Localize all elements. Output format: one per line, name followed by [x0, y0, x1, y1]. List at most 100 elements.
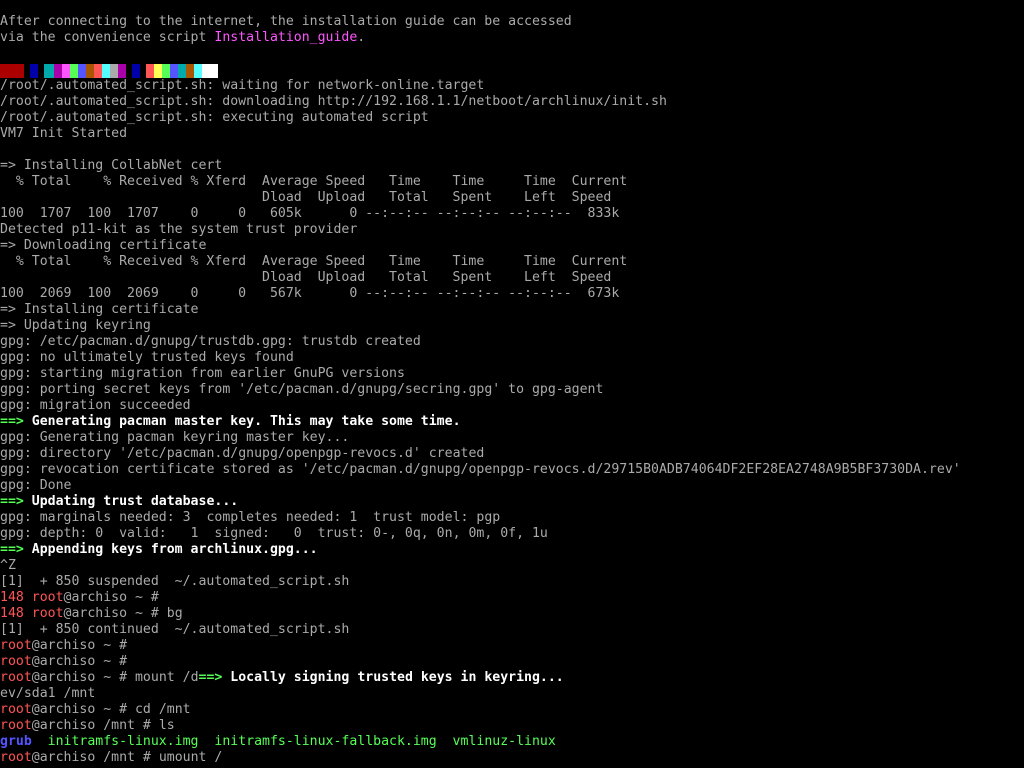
gpg-prefix: gpg	[0, 382, 24, 397]
arrow-icon: ==>	[198, 670, 223, 685]
output-text: : Generating pacman keyring master key..…	[23, 430, 350, 445]
terminal-line: via the convenience script Installation_…	[0, 30, 365, 46]
gpg-prefix: gpg	[0, 334, 24, 349]
terminal-line: ==> Updating trust database...	[0, 494, 238, 510]
exit-code: 148	[0, 606, 32, 621]
terminal-line: gpg: /etc/pacman.d/gnupg/trustdb.gpg: tr…	[0, 334, 421, 350]
gpg-prefix: gpg	[0, 526, 24, 541]
gpg-prefix: gpg	[0, 462, 24, 477]
ls-output: grub initramfs-linux.img initramfs-linux…	[0, 734, 556, 750]
gpg-prefix: gpg	[0, 510, 24, 525]
prompt-line: 148 root@archiso ~ #	[0, 590, 159, 606]
file-entries: initramfs-linux.img initramfs-linux-fall…	[31, 734, 556, 749]
output-text: : revocation certificate stored as '/etc…	[23, 462, 961, 477]
gpg-prefix: gpg	[0, 478, 24, 493]
curl-progress: 100 2069 100 2069 0 0 567k 0 --:--:-- --…	[0, 286, 620, 301]
output-text: : no ultimately trusted keys found	[23, 350, 294, 365]
installation-guide-link[interactable]: Installation_guide	[214, 30, 357, 45]
output-text: /root/.automated_script.sh: downloading …	[0, 94, 667, 109]
output-text: : migration succeeded	[23, 398, 191, 413]
prompt-host: @archiso	[31, 654, 96, 669]
terminal-line: /root/.automated_script.sh: downloading …	[0, 94, 667, 110]
terminal-line: /root/.automated_script.sh: waiting for …	[0, 78, 484, 94]
curl-header: % Total % Received % Xferd Average Speed…	[0, 254, 628, 269]
terminal-line: gpg: migration succeeded	[0, 398, 191, 414]
gpg-prefix: gpg	[0, 350, 24, 365]
curl-progress: 100 1707 100 1707 0 0 605k 0 --:--:-- --…	[0, 206, 620, 221]
prompt-host: @archiso	[31, 718, 96, 733]
output-text: ev/sda1 /mnt	[0, 686, 96, 701]
prompt-user: root	[0, 654, 32, 669]
terminal-line: gpg: marginals needed: 3 completes neede…	[0, 510, 500, 526]
output-text: Detected p11-kit as the system trust pro…	[0, 222, 358, 237]
prompt-host: @archiso	[63, 606, 128, 621]
prompt-line: root@archiso ~ # cd /mnt	[0, 702, 191, 718]
prompt-host: @archiso	[31, 638, 96, 653]
terminal-line: After connecting to the internet, the in…	[0, 14, 572, 30]
output-text: Locally signing trusted keys in keyring.…	[222, 670, 564, 685]
terminal-line: => Installing certificate	[0, 302, 199, 318]
prompt-command: ~ # mount /d	[95, 670, 199, 685]
terminal-line: => Downloading certificate	[0, 238, 206, 254]
terminal-line: gpg: Generating pacman keyring master ke…	[0, 430, 349, 446]
output-text: : depth: 0 valid: 1 signed: 0 trust: 0-,…	[23, 526, 548, 541]
terminal-line: Dload Upload Total Spent Left Speed	[0, 270, 611, 286]
terminal-line: VM7 Init Started	[0, 126, 127, 142]
terminal-line: gpg: depth: 0 valid: 1 signed: 0 trust: …	[0, 526, 548, 542]
terminal-line: Dload Upload Total Spent Left Speed	[0, 190, 611, 206]
output-text: VM7 Init Started	[0, 126, 128, 141]
curl-header: Dload Upload Total Spent Left Speed	[0, 270, 612, 285]
prompt-line: root@archiso ~ # mount /d==> Locally sig…	[0, 670, 564, 686]
terminal-line: 100 1707 100 1707 0 0 605k 0 --:--:-- --…	[0, 206, 619, 222]
terminal-window[interactable]: After connecting to the internet, the in…	[0, 0, 1024, 768]
terminal-line: gpg: starting migration from earlier Gnu…	[0, 366, 405, 382]
output-text: After connecting to the internet, the in…	[0, 14, 572, 29]
prompt-user: root	[0, 702, 32, 717]
output-text: Appending keys from archlinux.gpg...	[23, 542, 318, 557]
output-text: /root/.automated_script.sh: waiting for …	[0, 78, 485, 93]
output-text: : porting secret keys from '/etc/pacman.…	[23, 382, 604, 397]
prompt-command: ~ # cd /mnt	[95, 702, 191, 717]
output-text: /root/.automated_script.sh: executing au…	[0, 110, 429, 125]
output-text: => Installing CollabNet cert	[0, 158, 223, 173]
gpg-prefix: gpg	[0, 366, 24, 381]
prompt-user: root	[0, 638, 32, 653]
output-text: ^Z	[0, 558, 16, 573]
prompt-host: @archiso	[31, 702, 96, 717]
job-status: [1] + 850 suspended ~/.automated_script.…	[0, 574, 350, 589]
output-text: .	[357, 30, 366, 45]
prompt-user: root	[31, 590, 64, 605]
terminal-line: [1] + 850 suspended ~/.automated_script.…	[0, 574, 349, 590]
exit-code: 148	[0, 590, 32, 605]
terminal-line: gpg: porting secret keys from '/etc/pacm…	[0, 382, 603, 398]
arrow-icon: ==>	[0, 414, 24, 429]
output-text: Updating trust database...	[23, 494, 239, 509]
directory-entry: grub	[0, 734, 32, 749]
terminal-line: => Installing CollabNet cert	[0, 158, 222, 174]
output-text: : marginals needed: 3 completes needed: …	[23, 510, 501, 525]
prompt-command: ~ #	[95, 654, 128, 669]
prompt-line[interactable]: root@archiso /mnt # umount /	[0, 750, 222, 766]
terminal-line: ==> Appending keys from archlinux.gpg...	[0, 542, 318, 558]
prompt-user: root	[0, 718, 32, 733]
gpg-prefix: gpg	[0, 430, 24, 445]
terminal-line: gpg: revocation certificate stored as '/…	[0, 462, 961, 478]
terminal-line: ^Z	[0, 558, 16, 574]
prompt-command: ~ # bg	[127, 606, 183, 621]
terminal-line: % Total % Received % Xferd Average Speed…	[0, 174, 627, 190]
prompt-line: root@archiso ~ #	[0, 654, 127, 670]
output-text: : Done	[23, 478, 72, 493]
output-text: Generating pacman master key. This may t…	[23, 414, 461, 429]
terminal-line: => Updating keyring	[0, 318, 151, 334]
prompt-command: /mnt # ls	[95, 718, 175, 733]
prompt-line: root@archiso ~ #	[0, 638, 127, 654]
prompt-line: root@archiso /mnt # ls	[0, 718, 175, 734]
command-input[interactable]: /mnt # umount /	[95, 750, 222, 765]
terminal-line: ev/sda1 /mnt	[0, 686, 95, 702]
prompt-user: root	[31, 606, 64, 621]
output-text: => Downloading certificate	[0, 238, 207, 253]
gpg-prefix: gpg	[0, 446, 24, 461]
prompt-user: root	[0, 670, 32, 685]
prompt-command: ~ #	[95, 638, 128, 653]
terminal-line: Detected p11-kit as the system trust pro…	[0, 222, 357, 238]
